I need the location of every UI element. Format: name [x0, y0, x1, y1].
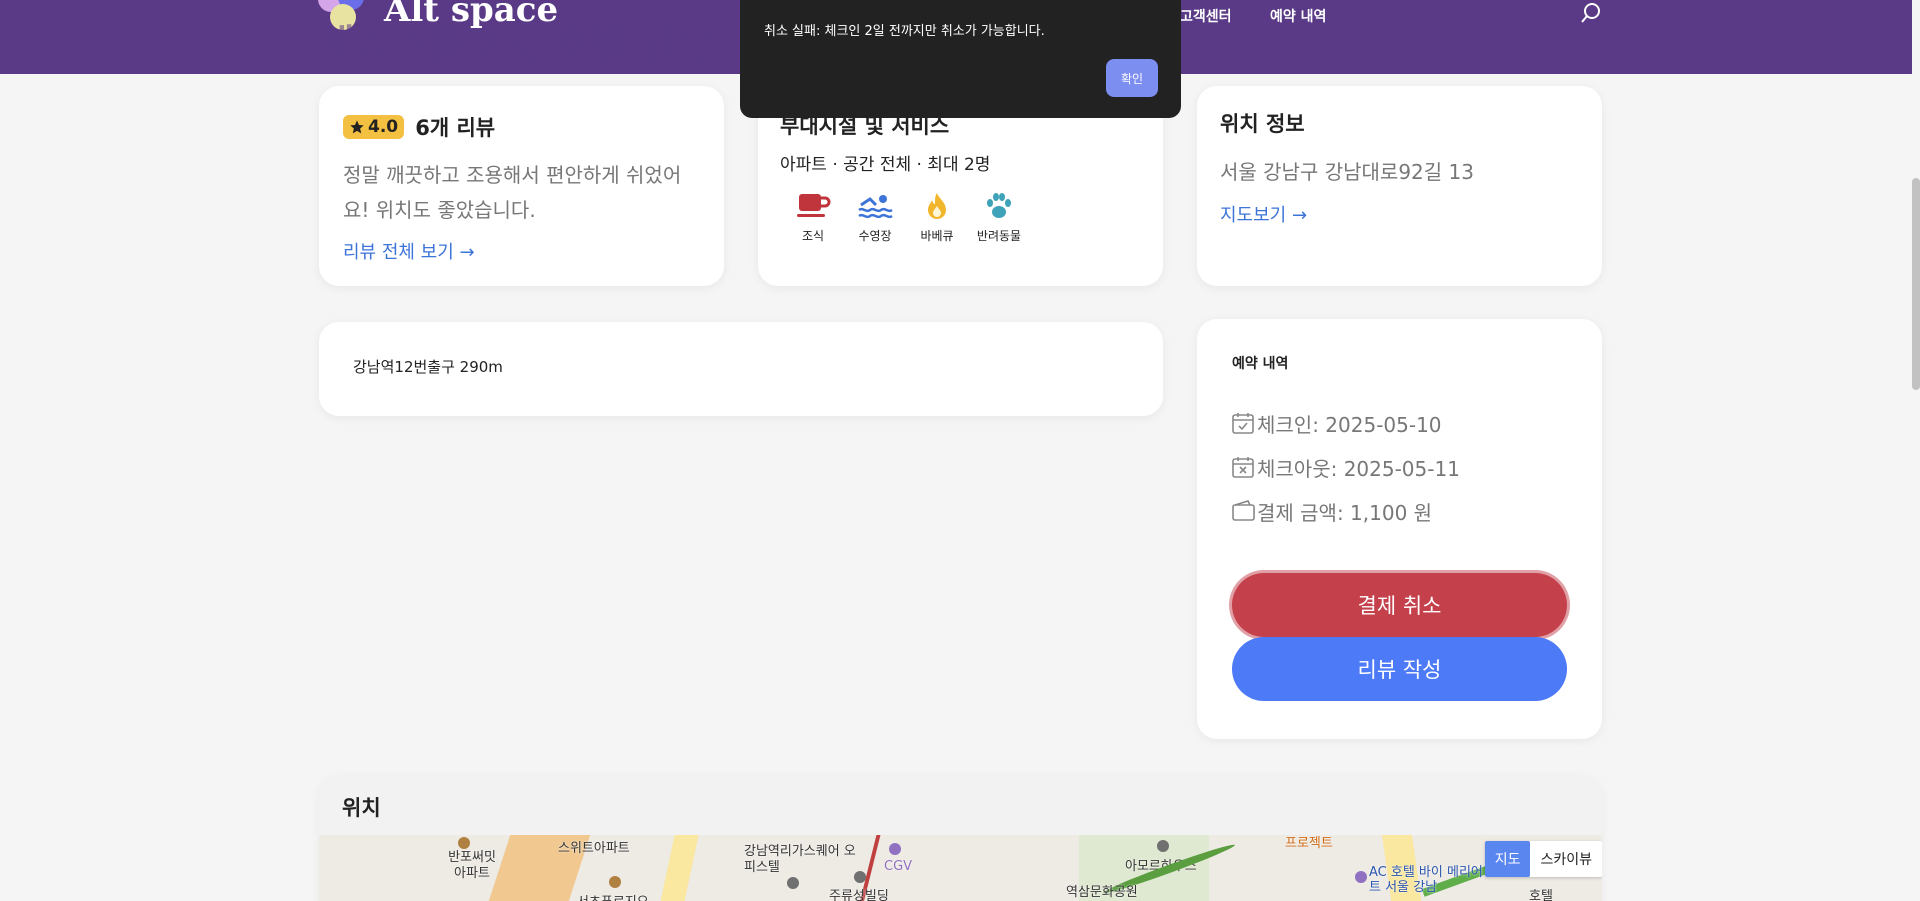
star-icon — [350, 120, 364, 134]
rating-badge: 4.0 — [343, 115, 405, 139]
map-label: CGV — [884, 859, 913, 874]
nav-reservations[interactable]: 예약 내역 — [1270, 6, 1326, 26]
checkin-date: 체크인: 2025-05-10 — [1257, 412, 1442, 437]
map-label: 역삼문화공원 — [1066, 885, 1138, 900]
location-address: 서울 강남구 강남대로92길 13 — [1220, 160, 1474, 184]
map-label: 스위트아파트 — [558, 841, 630, 856]
view-map-link[interactable]: 지도보기 → — [1220, 201, 1579, 227]
hotel-title: 체리스플래닛 호텔 강남 — [318, 22, 714, 68]
write-review-button[interactable]: 리뷰 작성 — [1232, 637, 1567, 701]
map-poi-icon — [458, 837, 470, 849]
facility-label: 조식 — [801, 229, 825, 243]
map-view-toggle[interactable]: 지도 스카이뷰 — [1484, 841, 1602, 877]
location-info-card: 위치 정보 서울 강남구 강남대로92길 13 지도보기 → — [1197, 86, 1602, 286]
facility-pool: 수영장 — [854, 191, 896, 244]
booking-card: 예약 내역 체크인: 2025-05-10 체크아웃: 2025-05-11 결… — [1197, 319, 1602, 739]
facility-label: 바베큐 — [920, 229, 954, 243]
map-label: 프로젝트 — [1285, 836, 1333, 851]
facility-bbq: 바베큐 — [916, 191, 958, 244]
scrollbar[interactable] — [1912, 0, 1920, 901]
review-card: 4.0 6개 리뷰 정말 깨끗하고 조용해서 편안하게 쉬었어요! 위치도 좋았… — [319, 86, 724, 286]
checkout-date: 체크아웃: 2025-05-11 — [1257, 456, 1460, 481]
nearby-station-card: 강남역12번출구 290m — [319, 322, 1163, 416]
facility-label: 수영장 — [858, 229, 892, 243]
map-view-map-button[interactable]: 지도 — [1484, 841, 1531, 877]
payment-row: 결제 금액: 1,100 원 — [1232, 489, 1567, 533]
map-poi-icon — [1157, 840, 1169, 852]
calendar-x-icon — [1232, 457, 1254, 478]
toast-confirm-button[interactable]: 확인 — [1106, 59, 1158, 97]
payment-amount: 결제 금액: 1,100 원 — [1257, 500, 1433, 525]
coffee-icon — [797, 194, 831, 217]
map[interactable]: 반포써밋 아파트 스위트아파트 서초푸르지오 강남역리가스퀘어 오피스텔 CGV… — [319, 835, 1602, 901]
map-label: 주류성빌딩 — [829, 889, 889, 901]
map-poi-icon — [854, 871, 866, 883]
nearby-station-text: 강남역12번출구 290m — [353, 358, 503, 376]
error-toast: 취소 실패: 체크인 2일 전까지만 취소가 가능합니다. 확인 — [740, 0, 1181, 118]
location-section: 위치 반포써밋 아파트 스위트아파트 서초푸르지오 강남역리가스퀘어 오피스텔 … — [319, 776, 1602, 901]
location-section-title: 위치 — [342, 796, 381, 820]
map-poi-icon — [609, 876, 621, 888]
review-count: 6개 리뷰 — [415, 116, 496, 140]
map-label: 반포써밋 아파트 — [448, 850, 496, 881]
fire-icon — [928, 193, 946, 219]
toast-message: 취소 실패: 체크인 2일 전까지만 취소가 가능합니다. — [764, 24, 1045, 39]
facility-subtitle: 아파트 · 공간 전체 · 최대 2명 — [780, 155, 991, 175]
view-all-reviews-link[interactable]: 리뷰 전체 보기 → — [343, 238, 700, 264]
facility-label: 반려동물 — [976, 229, 1022, 243]
facility-pet: 반려동물 — [976, 191, 1022, 244]
location-info-title: 위치 정보 — [1220, 112, 1305, 136]
map-label: AC 호텔 바이 메리어트 서울 강남 — [1369, 865, 1483, 895]
cancel-payment-button[interactable]: 결제 취소 — [1232, 573, 1567, 637]
review-text: 정말 깨끗하고 조용해서 편안하게 쉬었어요! 위치도 좋았습니다. — [343, 163, 682, 222]
map-label: 호텔 — [1529, 889, 1553, 901]
map-label: 강남역리가스퀘어 오피스텔 — [744, 844, 856, 875]
checkout-row: 체크아웃: 2025-05-11 — [1232, 445, 1567, 489]
swimming-icon — [858, 195, 893, 219]
rating-value: 4.0 — [368, 117, 399, 137]
search-icon[interactable] — [1580, 2, 1602, 24]
calendar-check-icon — [1232, 413, 1254, 434]
scrollbar-thumb[interactable] — [1912, 178, 1920, 390]
checkin-row: 체크인: 2025-05-10 — [1232, 401, 1567, 445]
map-poi-icon — [787, 877, 799, 889]
wallet-icon — [1232, 500, 1255, 521]
paw-icon — [987, 193, 1011, 218]
map-label: 서초푸르지오 — [577, 891, 649, 901]
facility-breakfast: 조식 — [792, 191, 834, 244]
map-poi-icon — [889, 843, 901, 855]
nav-customer-center[interactable]: 고객센터 — [1180, 6, 1232, 26]
booking-title: 예약 내역 — [1232, 356, 1289, 372]
map-poi-icon — [1355, 871, 1367, 883]
map-view-skyview-button[interactable]: 스카이뷰 — [1530, 841, 1602, 877]
